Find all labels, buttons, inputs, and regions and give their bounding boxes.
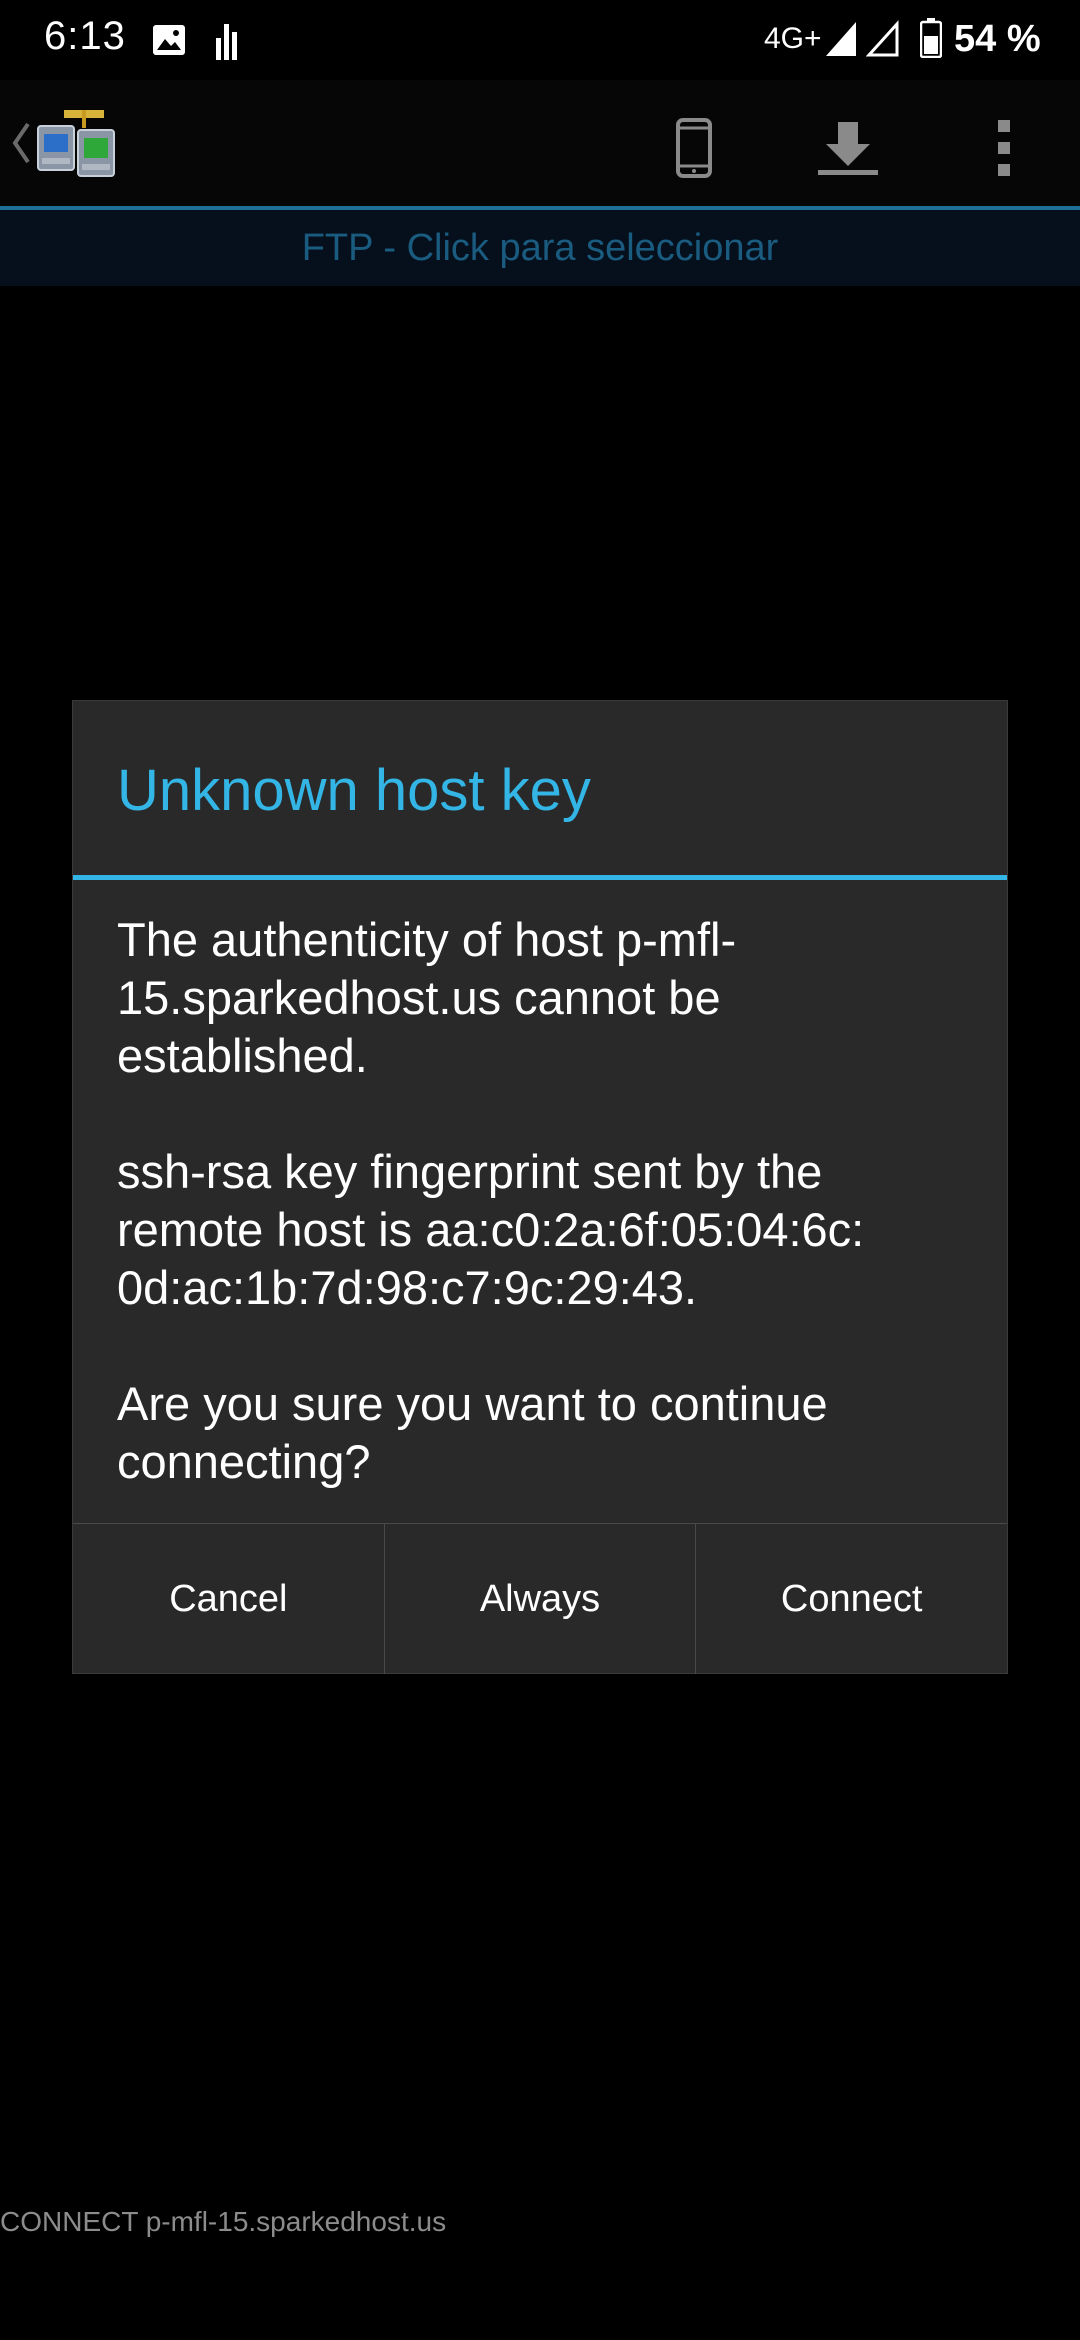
- back-chevron-icon[interactable]: [10, 120, 32, 166]
- dialog-message: The authenticity of host p-mfl-15.sparke…: [117, 911, 977, 1491]
- dialog-message-fingerprint: ssh-rsa key fingerprint sent by the remo…: [117, 1145, 865, 1314]
- overflow-menu-icon: [998, 120, 1010, 176]
- battery-percentage: 54 %: [954, 18, 1041, 60]
- gallery-icon: [153, 25, 185, 55]
- overflow-menu-button[interactable]: [956, 100, 1052, 196]
- dialog-button-row: Cancel Always Connect: [73, 1524, 1007, 1674]
- always-button[interactable]: Always: [383, 1524, 696, 1674]
- server-selector-label: FTP - Click para seleccionar: [301, 226, 779, 269]
- unknown-host-key-dialog: Unknown host key The authenticity of hos…: [72, 700, 1008, 1674]
- device-button[interactable]: [646, 100, 742, 196]
- server-selector[interactable]: FTP - Click para seleccionar: [0, 210, 1080, 286]
- download-icon: [818, 122, 878, 175]
- app-logo-icon[interactable]: [34, 106, 120, 182]
- dialog-title-divider: [73, 875, 1007, 880]
- signal-icon: [826, 22, 856, 56]
- connection-status-text: CONNECT p-mfl-15.sparkedhost.us: [0, 2206, 447, 2237]
- cancel-button[interactable]: Cancel: [73, 1524, 384, 1674]
- action-bar: [0, 80, 1080, 210]
- battery-icon: [920, 18, 942, 58]
- status-time: 6:13: [44, 14, 126, 58]
- connect-button[interactable]: Connect: [695, 1524, 1007, 1674]
- screen: 6:13 4G+ 54 % FTP - Click para seleccion…: [0, 0, 1080, 2340]
- dialog-message-authenticity: The authenticity of host p-mfl-15.sparke…: [117, 913, 737, 1082]
- download-button[interactable]: [800, 100, 896, 196]
- data-usage-icon: [216, 24, 237, 60]
- signal-icon: [866, 20, 899, 57]
- phone-icon: [676, 118, 712, 178]
- network-type: 4G+: [764, 22, 822, 55]
- status-bar: 6:13 4G+ 54 %: [0, 0, 1080, 80]
- dialog-title: Unknown host key: [117, 758, 591, 823]
- dialog-message-question: Are you sure you want to continue connec…: [117, 1377, 828, 1488]
